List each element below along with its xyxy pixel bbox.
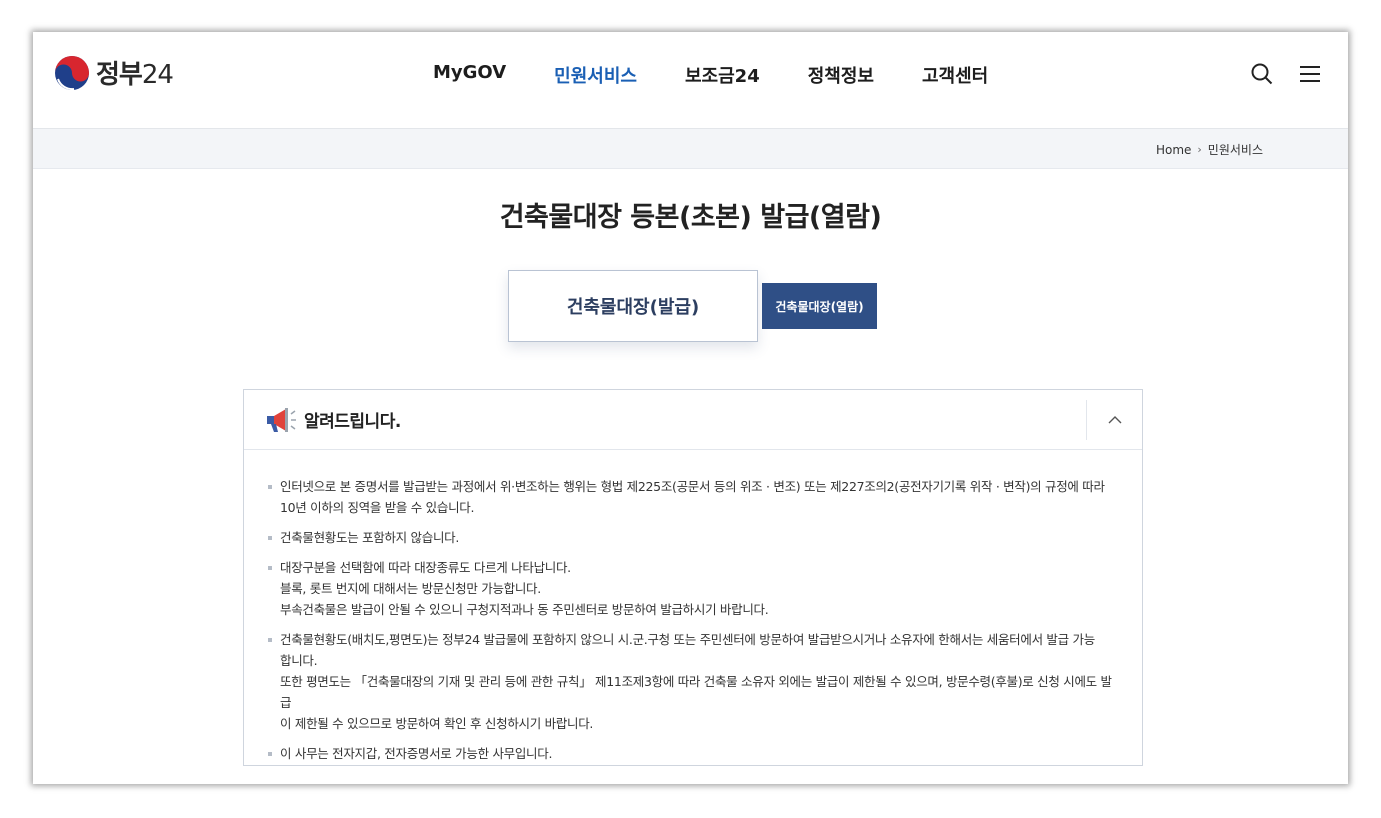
site-header: 정부24 MyGOV 민원서비스 보조금24 정책정보 고객센터	[33, 32, 1348, 129]
tab-building-register-view[interactable]: 건축물대장(열람)	[762, 283, 877, 329]
nav-item-customer-center[interactable]: 고객센터	[922, 62, 988, 88]
taegeuk-logo-icon	[55, 55, 89, 90]
nav-item-civil-service[interactable]: 민원서비스	[554, 62, 637, 88]
breadcrumb-bar: Home › 민원서비스	[33, 129, 1348, 169]
header-actions	[1250, 62, 1322, 86]
gov24-logo[interactable]: 정부24	[54, 54, 174, 91]
notice-item: 건축물현황도(배치도,평면도)는 정부24 발급물에 포함하지 않으니 시.군.…	[268, 629, 1118, 734]
logo-text: 정부24	[96, 60, 174, 90]
notice-header[interactable]: 알려드립니다.	[244, 390, 1142, 450]
megaphone-icon	[267, 407, 296, 432]
notice-item: 건축물현황도는 포함하지 않습니다.	[268, 527, 1118, 548]
service-tabs: 건축물대장(발급) 건축물대장(열람)	[33, 270, 1348, 360]
nav-item-mygov[interactable]: MyGOV	[433, 62, 506, 88]
main-nav: MyGOV 민원서비스 보조금24 정책정보 고객센터	[433, 62, 1036, 88]
chevron-right-icon: ›	[1197, 143, 1202, 156]
page-title: 건축물대장 등본(초본) 발급(열람)	[499, 202, 882, 233]
chevron-up-icon[interactable]	[1086, 400, 1142, 440]
breadcrumb: Home › 민원서비스	[1156, 141, 1263, 158]
notice-body: 인터넷으로 본 증명서를 발급받는 과정에서 위·변조하는 행위는 형법 제22…	[244, 450, 1142, 764]
notice-item: 대장구분을 선택함에 따라 대장종류도 다르게 나타납니다. 블록, 롯트 번지…	[268, 557, 1118, 620]
browser-window: 정부24 MyGOV 민원서비스 보조금24 정책정보 고객센터 Home › …	[33, 32, 1348, 784]
breadcrumb-current[interactable]: 민원서비스	[1208, 141, 1263, 158]
notice-item: 이 사무는 전자지갑, 전자증명서로 가능한 사무입니다.	[268, 743, 1118, 764]
notice-item: 인터넷으로 본 증명서를 발급받는 과정에서 위·변조하는 행위는 형법 제22…	[268, 476, 1118, 518]
notice-title: 알려드립니다.	[304, 412, 401, 432]
nav-item-policy-info[interactable]: 정책정보	[808, 62, 874, 88]
notice-panel: 알려드립니다. 인터넷으로 본 증명서를 발급받는 과정에서 위·변조하는 행위…	[243, 389, 1143, 766]
nav-item-subsidy24[interactable]: 보조금24	[685, 62, 760, 88]
breadcrumb-home[interactable]: Home	[1156, 143, 1191, 157]
search-icon[interactable]	[1250, 62, 1274, 86]
menu-icon[interactable]	[1298, 62, 1322, 86]
tab-building-register-issue[interactable]: 건축물대장(발급)	[508, 270, 758, 342]
